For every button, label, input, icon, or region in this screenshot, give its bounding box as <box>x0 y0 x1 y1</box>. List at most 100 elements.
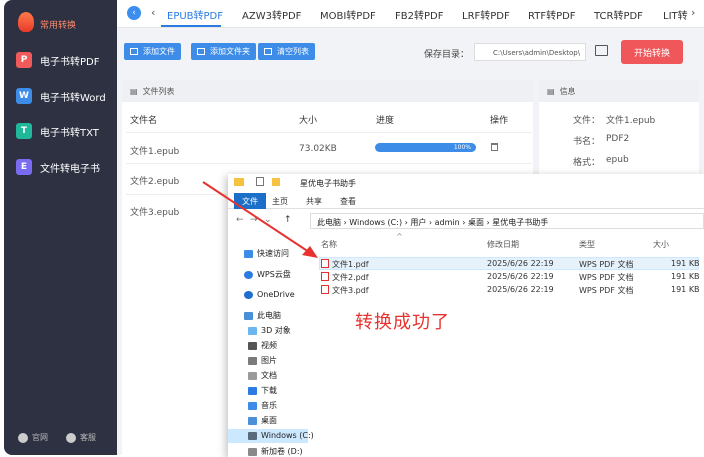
table-row-filename: 文件3.epub <box>130 208 180 218</box>
ribbon-tab-view[interactable]: 查看 <box>340 196 356 207</box>
explorer-new-folder-icon[interactable] <box>272 178 280 186</box>
nav-item-label: 此电脑 <box>257 311 281 320</box>
drive-icon <box>248 431 257 440</box>
nav-item-label: 快速访问 <box>257 249 289 258</box>
browse-folder-icon[interactable] <box>595 45 608 56</box>
format-tabs: ‹ ‹ EPUB转PDF AZW3转PDF MOBI转PDF FB2转PDF L… <box>117 0 704 28</box>
nav-item-windows-c[interactable]: Windows (C:) <box>248 431 314 440</box>
cube-icon <box>248 326 257 335</box>
tab-mobi-to-pdf[interactable]: MOBI转PDF <box>320 7 376 22</box>
ribbon-tab-home[interactable]: 主页 <box>272 196 288 207</box>
nav-item-music[interactable]: 音乐 <box>248 400 277 411</box>
clear-icon <box>264 48 272 55</box>
nav-item-volume-d[interactable]: 新加卷 (D:) <box>248 446 303 457</box>
sidebar-item-label: 文件转电子书 <box>40 163 100 175</box>
info-title: 信息 <box>559 86 576 96</box>
official-site-label: 官网 <box>32 433 48 442</box>
file-row[interactable]: 文件1.pdf <box>321 259 369 270</box>
sidebar: 常用转换 P 电子书转PDF W 电子书转Word T 电子书转TXT E 文件… <box>4 0 117 455</box>
nav-item-3d-objects[interactable]: 3D 对象 <box>248 325 291 336</box>
column-size[interactable]: 大小 <box>653 239 669 250</box>
nav-item-label: 下载 <box>261 386 277 395</box>
nav-up-icon[interactable]: ↑ <box>284 215 292 225</box>
tab-tcr-to-pdf[interactable]: TCR转PDF <box>594 7 643 22</box>
nav-item-this-pc[interactable]: 此电脑 <box>244 310 281 321</box>
ribbon-tab-share[interactable]: 共享 <box>306 196 322 207</box>
clear-list-button[interactable]: 清空列表 <box>258 43 315 60</box>
tab-epub-to-pdf[interactable]: EPUB转PDF <box>167 7 223 22</box>
nav-item-quick-access[interactable]: 快速访问 <box>244 248 289 259</box>
add-folder-button[interactable]: 添加文件夹 <box>191 43 256 60</box>
nav-dropdown-icon[interactable]: ⌄ <box>264 215 272 225</box>
tab-lrf-to-pdf[interactable]: LRF转PDF <box>462 7 510 22</box>
table-row-filename: 文件2.epub <box>130 177 180 187</box>
column-type[interactable]: 类型 <box>579 239 595 250</box>
file-type: WPS PDF 文档 <box>579 260 634 269</box>
column-name[interactable]: 名称 <box>321 239 337 250</box>
desktop-icon <box>248 416 257 425</box>
nav-item-label: 新加卷 (D:) <box>261 447 303 456</box>
back-button[interactable]: ‹ <box>127 6 141 20</box>
computer-icon <box>244 311 253 320</box>
column-modified[interactable]: 修改日期 <box>487 239 519 250</box>
ebook-icon: E <box>16 159 32 175</box>
row-divider <box>126 163 532 164</box>
nav-item-downloads[interactable]: 下载 <box>248 385 277 396</box>
save-directory-label: 保存目录： <box>424 50 470 60</box>
file-name: 文件1.pdf <box>332 260 369 269</box>
sidebar-item-file-to-ebook[interactable]: E 文件转电子书 <box>16 156 116 178</box>
file-type: WPS PDF 文档 <box>579 273 634 282</box>
pdf-file-icon <box>321 272 329 281</box>
sidebar-item-ebook-to-pdf[interactable]: P 电子书转PDF <box>16 49 116 71</box>
nav-item-label: 文档 <box>261 371 277 380</box>
nav-item-desktop[interactable]: 桌面 <box>248 415 277 426</box>
delete-icon[interactable] <box>491 143 498 151</box>
nav-forward-icon[interactable]: → <box>250 215 258 225</box>
add-file-button[interactable]: 添加文件 <box>124 43 181 60</box>
tab-azw3-to-pdf[interactable]: AZW3转PDF <box>242 7 301 22</box>
pdf-icon: P <box>16 52 32 68</box>
nav-item-label: 图片 <box>261 356 277 365</box>
start-convert-button[interactable]: 开始转换 <box>621 40 683 64</box>
nav-item-wps-cloud[interactable]: WPS云盘 <box>244 269 291 280</box>
nav-item-label: 3D 对象 <box>261 326 291 335</box>
tabs-scroll-right-icon[interactable]: › <box>691 6 695 19</box>
nav-item-label: OneDrive <box>257 290 295 299</box>
tabs-scroll-left-icon[interactable]: ‹ <box>151 6 155 19</box>
explorer-check-icon[interactable] <box>256 177 264 186</box>
file-row[interactable]: 文件3.pdf <box>321 285 369 296</box>
explorer-address-bar[interactable]: 此电脑 › Windows (C:) › 用户 › admin › 桌面 › 星… <box>310 213 704 229</box>
tab-lit-to-pdf[interactable]: LIT转 <box>663 7 688 22</box>
word-icon: W <box>16 88 32 104</box>
table-row-size: 73.02KB <box>299 144 337 154</box>
progress-bar: 100% <box>375 143 476 152</box>
nav-item-label: WPS云盘 <box>257 270 291 279</box>
file-date: 2025/6/26 22:19 <box>487 272 554 281</box>
file-type: WPS PDF 文档 <box>579 286 634 295</box>
save-path-input[interactable]: C:\Users\admin\Desktop\ <box>474 43 586 61</box>
customer-service-link[interactable]: 客服 <box>66 432 96 443</box>
sidebar-item-label: 电子书转Word <box>40 92 106 104</box>
sidebar-item-ebook-to-word[interactable]: W 电子书转Word <box>16 85 116 107</box>
add-folder-label: 添加文件夹 <box>210 47 250 56</box>
nav-item-documents[interactable]: 文档 <box>248 370 277 381</box>
clear-list-label: 清空列表 <box>277 47 309 56</box>
column-action: 操作 <box>490 116 509 126</box>
file-row[interactable]: 文件2.pdf <box>321 272 369 283</box>
nav-item-onedrive[interactable]: OneDrive <box>244 290 295 299</box>
nav-item-pictures[interactable]: 图片 <box>248 355 277 366</box>
nav-item-videos[interactable]: 视频 <box>248 340 277 351</box>
column-filename: 文件名 <box>130 116 158 126</box>
official-site-link[interactable]: 官网 <box>18 432 48 443</box>
ribbon-tab-file[interactable]: 文件 <box>234 193 266 209</box>
nav-item-label: Windows (C:) <box>261 431 314 440</box>
sidebar-item-ebook-to-txt[interactable]: T 电子书转TXT <box>16 120 116 142</box>
nav-back-icon[interactable]: ← <box>236 215 244 225</box>
tab-fb2-to-pdf[interactable]: FB2转PDF <box>395 7 443 22</box>
info-header: ▤ 信息 <box>539 80 699 102</box>
music-icon <box>248 401 257 410</box>
drive-icon <box>248 447 257 456</box>
progress-value: 100% <box>453 144 471 151</box>
file-size: 191 KB <box>671 259 700 268</box>
tab-rtf-to-pdf[interactable]: RTF转PDF <box>528 7 576 22</box>
